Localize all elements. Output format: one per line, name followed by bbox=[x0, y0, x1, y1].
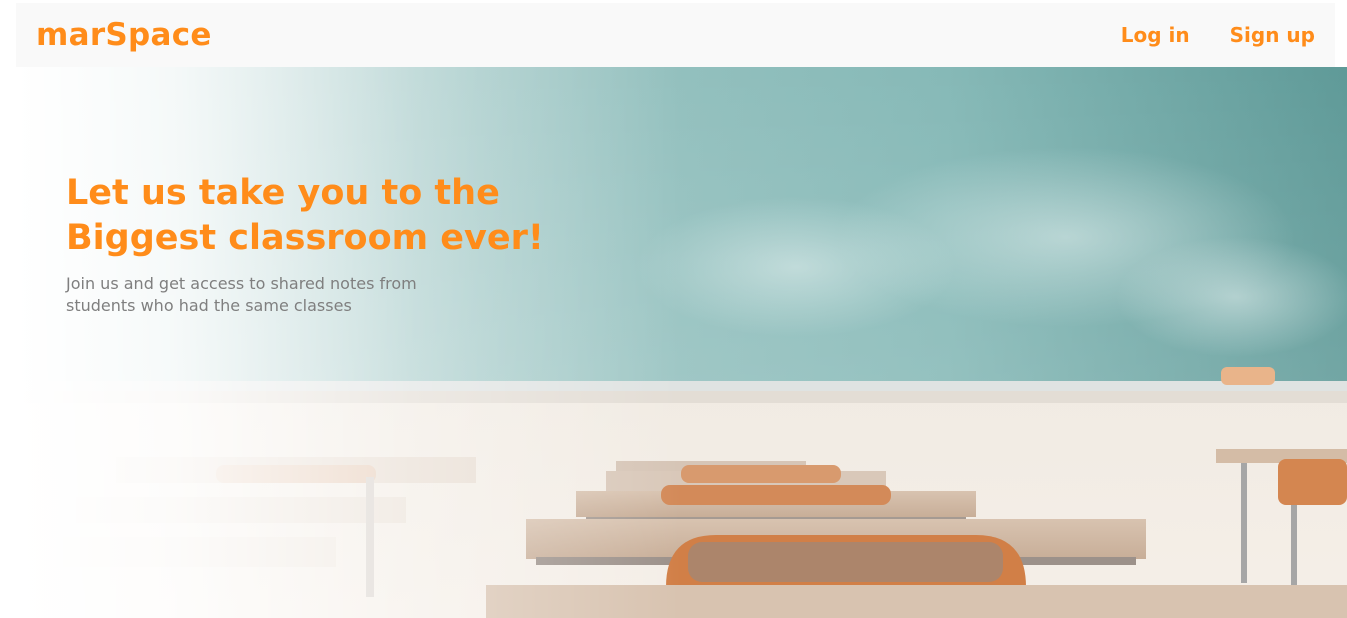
brand-logo[interactable]: marSpace bbox=[36, 17, 212, 53]
hero-subtitle: Join us and get access to shared notes f… bbox=[66, 274, 417, 315]
hero-background-image bbox=[16, 67, 1347, 618]
hero-title: Let us take you to the Biggest classroom… bbox=[66, 171, 626, 261]
login-link[interactable]: Log in bbox=[1121, 23, 1190, 47]
signup-link[interactable]: Sign up bbox=[1230, 23, 1315, 47]
hero-text-block: Let us take you to the Biggest classroom… bbox=[66, 171, 626, 317]
hero-title-line-1: Let us take you to the bbox=[66, 173, 500, 213]
top-navbar: marSpace Log in Sign up bbox=[16, 3, 1335, 67]
hero-title-line-2: Biggest classroom ever! bbox=[66, 218, 544, 258]
hero-section: Let us take you to the Biggest classroom… bbox=[16, 67, 1347, 618]
nav-links: Log in Sign up bbox=[1121, 23, 1315, 47]
landing-page: marSpace Log in Sign up Let us take you … bbox=[0, 0, 1347, 618]
